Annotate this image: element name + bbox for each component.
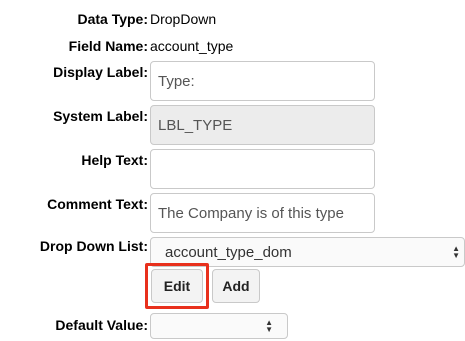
- drop-down-list-value: account_type_dom: [165, 244, 292, 261]
- up-down-chevron-icon: ▲ ▼: [452, 244, 460, 260]
- display-label-input[interactable]: [150, 61, 375, 101]
- data-type-label: Data Type:: [77, 11, 148, 27]
- display-label-label: Display Label:: [53, 64, 148, 80]
- up-down-chevron-icon: ▲ ▼: [265, 318, 273, 334]
- field-name-label: Field Name:: [68, 38, 148, 54]
- system-label-label: System Label:: [53, 108, 148, 124]
- comment-text-input[interactable]: [150, 193, 375, 233]
- system-label-input: [150, 105, 375, 145]
- data-type-value: DropDown: [150, 11, 217, 27]
- field-name-value: account_type: [150, 38, 234, 54]
- default-value-label: Default Value:: [55, 317, 148, 333]
- drop-down-list-label: Drop Down List:: [39, 238, 148, 254]
- add-button[interactable]: Add: [212, 269, 260, 303]
- edit-button-highlight: [145, 263, 209, 309]
- help-text-input[interactable]: [150, 149, 375, 189]
- comment-text-label: Comment Text:: [47, 196, 148, 212]
- default-value-select[interactable]: ▲ ▼: [150, 313, 288, 339]
- help-text-label: Help Text:: [81, 152, 148, 168]
